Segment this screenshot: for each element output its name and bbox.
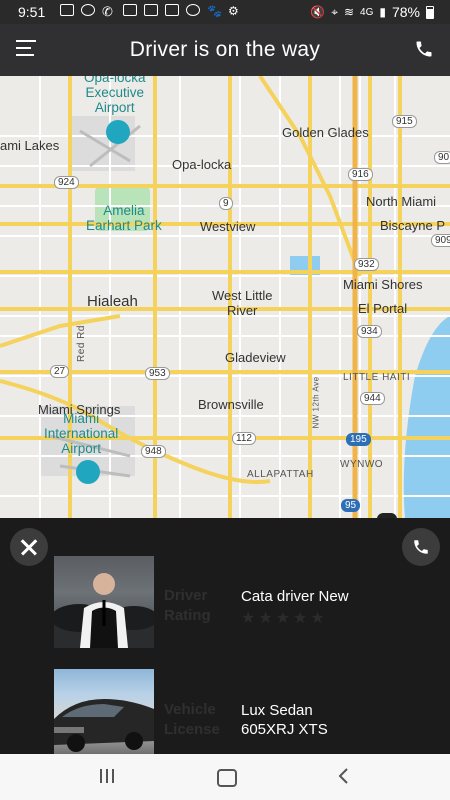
- driver-name: Cata driver New: [241, 588, 349, 605]
- route-shield: 9: [219, 197, 233, 210]
- map-label-golden-glades: Golden Glades: [282, 125, 369, 140]
- phone-icon: [414, 540, 428, 554]
- phone-icon: ✆: [102, 4, 113, 19]
- route-shield: 915: [392, 115, 417, 128]
- vehicle-license-plate: 605XRJ XTS: [241, 721, 328, 738]
- call-driver-button[interactable]: [402, 528, 440, 566]
- network-type: 4G: [360, 6, 374, 18]
- map-label-north-miami: North Miami: [366, 194, 437, 209]
- route-shield: 953: [145, 367, 170, 380]
- route-shield: 944: [360, 392, 385, 405]
- route-shield: 924: [54, 176, 79, 189]
- map-label-opa-locka-airport: Opa-locka Executive Airport: [84, 76, 146, 115]
- mail-icon: [123, 4, 137, 16]
- map-label-west-little-river: West Little River: [212, 288, 273, 318]
- route-shield: 932: [354, 258, 379, 271]
- route-shield: 909: [431, 234, 450, 247]
- system-icons: 🔇 ⌖ ≋ 4G ▮ 78%: [310, 4, 434, 20]
- location-icon: ⌖: [331, 4, 338, 19]
- vehicle-photo: [54, 669, 154, 755]
- vehicle-license-label: Vehicle License: [164, 701, 220, 738]
- map-label-wynwood: WYNWO: [340, 459, 384, 470]
- message-icon: [60, 4, 74, 16]
- route-shield: 27: [50, 365, 70, 378]
- driver-info-sheet: Driver Rating Cata driver New ★★★★★ Vehi…: [0, 518, 450, 755]
- phone-icon: [416, 41, 432, 57]
- status-bar: 9:51 ✆ 🐾 ⚙ 🔇 ⌖ ≋ 4G ▮ 78%: [0, 0, 450, 24]
- vehicle-model: Lux Sedan: [241, 702, 313, 719]
- map-label-biscayne: Biscayne P: [380, 218, 446, 233]
- map-label-brownsville: Brownsville: [198, 397, 264, 412]
- map-label-el-portal: El Portal: [358, 301, 408, 316]
- map-label-allapattah: ALLAPATTAH: [247, 469, 314, 480]
- back-button[interactable]: [337, 768, 349, 784]
- driver-rating-stars: ★★★★★: [241, 610, 328, 627]
- route-shield: 95: [341, 499, 361, 512]
- mail-icon: [144, 4, 158, 16]
- map-label-hialeah: Hialeah: [87, 293, 138, 310]
- status-time: 9:51: [18, 4, 46, 20]
- notification-icons: ✆ 🐾 ⚙: [60, 4, 242, 19]
- system-nav-bar: [0, 754, 450, 800]
- settings-icon: ⚙: [228, 4, 239, 18]
- wifi-icon: ≋: [343, 5, 355, 19]
- map-view[interactable]: Opa-locka Executive Airport ami Lakes Go…: [0, 76, 450, 518]
- close-button[interactable]: [10, 528, 48, 566]
- battery-percent: 78%: [391, 4, 420, 20]
- app-header: Driver is on the way: [0, 24, 450, 76]
- driver-photo: [54, 556, 154, 648]
- route-shield: 934: [357, 325, 382, 338]
- map-label-nw-12th: NW 12th Ave: [311, 376, 321, 429]
- mute-icon: 🔇: [310, 5, 326, 19]
- map-label-miami-lakes: ami Lakes: [0, 138, 60, 153]
- route-shield: 948: [141, 445, 166, 458]
- map-label-mia: Miami International Airport: [44, 411, 119, 456]
- map-label-westview: Westview: [200, 219, 256, 234]
- map-label-amelia: Amelia Earhart Park: [86, 203, 162, 233]
- call-button[interactable]: [414, 39, 434, 59]
- map-label-red-rd: Red Rd: [75, 325, 87, 362]
- paw-icon: 🐾: [207, 4, 222, 18]
- chevron-left-icon: [338, 768, 348, 784]
- page-title: Driver is on the way: [129, 38, 321, 61]
- route-shield: 112: [232, 432, 256, 445]
- home-button[interactable]: [217, 769, 237, 787]
- route-shield: 195: [346, 433, 371, 446]
- driver-rating-label: Driver Rating: [164, 587, 211, 624]
- map-label-little-haiti: LITTLE HAITI: [343, 372, 411, 383]
- battery-icon: [426, 5, 434, 19]
- map-label-gladeview: Gladeview: [225, 350, 286, 365]
- map-label-opa-locka: Opa-locka: [172, 157, 232, 172]
- map-label-miami-shores: Miami Shores: [343, 277, 423, 292]
- signal-icon: ▮: [379, 5, 386, 19]
- messenger-icon: [186, 4, 200, 16]
- route-shield: 90: [434, 151, 450, 164]
- mail-icon: [165, 4, 179, 16]
- route-shield: 916: [348, 168, 373, 181]
- recent-apps-button[interactable]: [100, 769, 118, 785]
- app-icon: [81, 4, 95, 16]
